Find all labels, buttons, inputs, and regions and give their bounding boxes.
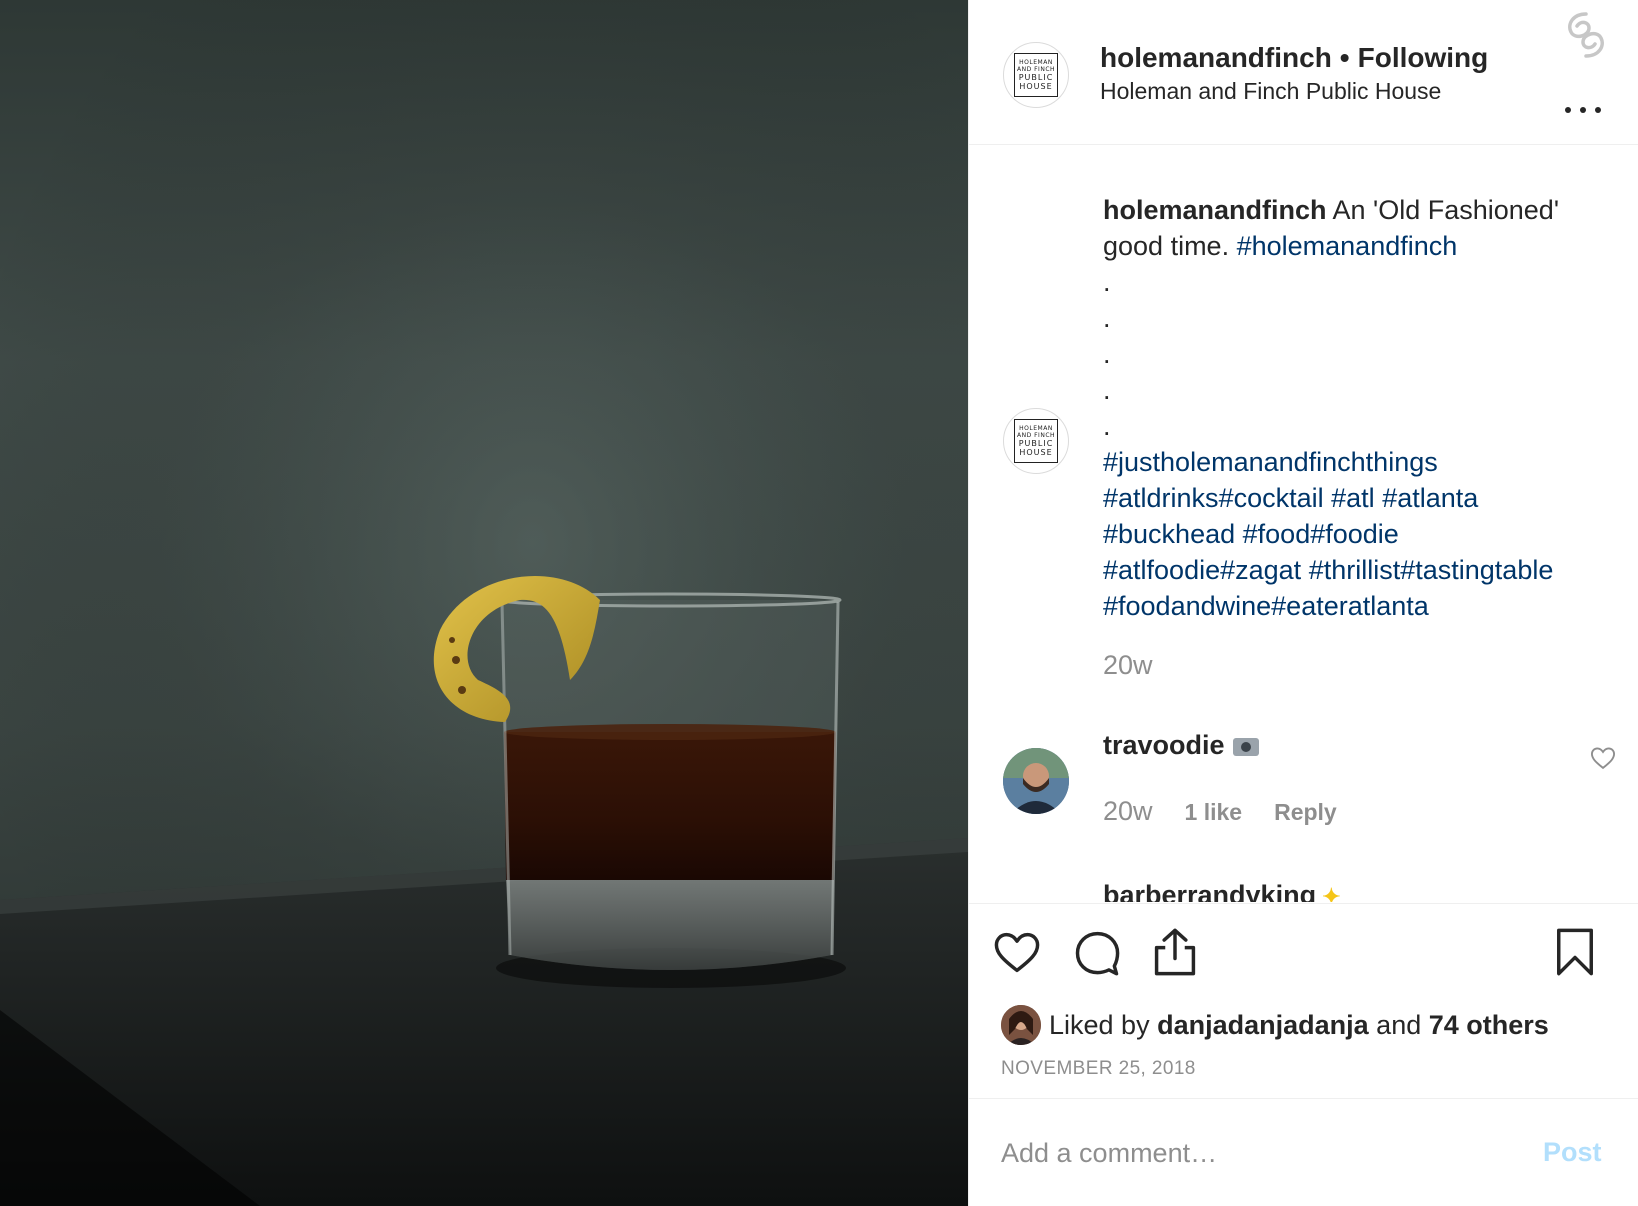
sparkle-emoji-icon: ✦ — [1322, 884, 1341, 902]
like-heart-icon[interactable] — [991, 926, 1043, 978]
liked-username[interactable]: danjadanjadanja — [1157, 1010, 1369, 1041]
hashtag-link[interactable]: #foodie — [1310, 519, 1399, 549]
caption-dots: . . . . . — [1103, 264, 1603, 444]
more-dot-icon — [1565, 107, 1571, 113]
caption-first-line: holemanandfinch An 'Old Fashioned' good … — [1103, 192, 1603, 264]
hashtag-link[interactable]: #food — [1243, 519, 1311, 549]
comment-username[interactable]: barberrandyking — [1103, 880, 1316, 902]
share-icon[interactable] — [1149, 926, 1201, 978]
hashtag-link[interactable]: #atl — [1331, 483, 1375, 513]
spiral-logo-icon — [1568, 12, 1604, 58]
logo-line-2: AND FINCH — [1016, 432, 1056, 439]
hashtag-link[interactable]: #holemanandfinch — [1237, 231, 1458, 261]
more-dot-icon — [1580, 107, 1586, 113]
comment-meta: 20w 1 like Reply — [1103, 796, 1337, 827]
caption-age[interactable]: 20w — [1103, 650, 1153, 681]
add-comment-bar: Post — [969, 1098, 1638, 1206]
post-comment-button[interactable]: Post — [1543, 1137, 1602, 1168]
logo-line-3: PUBLIC — [1018, 439, 1054, 448]
hashtag-line: #justholemanandfinchthings — [1103, 444, 1603, 480]
person-avatar-icon — [1001, 1005, 1041, 1045]
comment-age[interactable]: 20w — [1103, 796, 1153, 826]
comment-likes-count[interactable]: 1 like — [1185, 799, 1243, 825]
following-button[interactable]: Following — [1358, 42, 1489, 73]
hashtag-link[interactable]: #tastingtable — [1400, 555, 1553, 585]
comment-username-line: barberrandyking ✦ — [1103, 880, 1341, 902]
hashtag-line: #buckhead #food#foodie — [1103, 516, 1603, 552]
hashtag-link[interactable]: #cocktail — [1219, 483, 1324, 513]
hashtag-line: #foodandwine#eateratlanta — [1103, 588, 1603, 624]
likes-others-link[interactable]: 74 others — [1429, 1010, 1549, 1041]
caption-dot: . — [1103, 303, 1111, 333]
more-dot-icon — [1595, 107, 1601, 113]
hashtag-link[interactable]: #atlfoodie — [1103, 555, 1220, 585]
logo-line-4: HOUSE — [1019, 448, 1053, 457]
post-caption: holemanandfinch An 'Old Fashioned' good … — [1103, 192, 1603, 624]
header-separator: • — [1339, 42, 1350, 73]
author-logo: HOLEMAN AND FINCH PUBLIC HOUSE — [1014, 419, 1058, 463]
hashtag-link[interactable]: #justholemanandfinchthings — [1103, 447, 1438, 477]
caption-author-avatar[interactable]: HOLEMAN AND FINCH PUBLIC HOUSE — [1003, 408, 1069, 474]
liked-prefix: Liked by — [1049, 1009, 1150, 1040]
comments-section[interactable]: HOLEMAN AND FINCH PUBLIC HOUSE holemanan… — [969, 146, 1638, 902]
comment-username[interactable]: travoodie — [1103, 730, 1225, 760]
author-avatar[interactable]: HOLEMAN AND FINCH PUBLIC HOUSE — [1003, 42, 1069, 108]
post-details-panel: HOLEMAN AND FINCH PUBLIC HOUSE holemanan… — [968, 0, 1638, 1206]
author-logo: HOLEMAN AND FINCH PUBLIC HOUSE — [1014, 53, 1058, 97]
hashtag-link[interactable]: #atldrinks — [1103, 483, 1219, 513]
hashtag-line: #atldrinks#cocktail #atl #atlanta — [1103, 480, 1603, 516]
comment-heart-icon[interactable] — [1589, 744, 1617, 772]
logo-line-1: HOLEMAN — [1019, 425, 1053, 432]
caption-dot: . — [1103, 375, 1111, 405]
location-link[interactable]: Holeman and Finch Public House — [1100, 78, 1441, 105]
cocktail-photo-art — [0, 0, 968, 1206]
hashtag-line: #atlfoodie#zagat #thrillist#tastingtable — [1103, 552, 1603, 588]
caption-username[interactable]: holemanandfinch — [1103, 195, 1327, 225]
header-user-line: holemanandfinch • Following — [1100, 42, 1488, 74]
liker-avatar[interactable] — [1001, 1005, 1041, 1045]
add-comment-input[interactable] — [1001, 1131, 1481, 1175]
post-photo[interactable] — [0, 0, 968, 1206]
hashtag-link[interactable]: #foodandwine — [1103, 591, 1271, 621]
reply-button[interactable]: Reply — [1274, 799, 1337, 825]
save-bookmark-icon[interactable] — [1549, 926, 1601, 978]
post-header: HOLEMAN AND FINCH PUBLIC HOUSE holemanan… — [969, 0, 1638, 145]
caption-dot: . — [1103, 339, 1111, 369]
camera-emoji-icon — [1232, 737, 1259, 756]
liked-by-line: Liked by danjadanjadanja and 74 others — [1001, 1004, 1549, 1046]
hashtag-link[interactable]: #eateratlanta — [1271, 591, 1429, 621]
commenter-avatar[interactable] — [1003, 748, 1069, 814]
caption-dot: . — [1103, 267, 1111, 297]
hashtag-link[interactable]: #atlanta — [1382, 483, 1478, 513]
comment-bubble-icon[interactable] — [1071, 926, 1123, 978]
caption-dot: . — [1103, 411, 1111, 441]
logo-line-1: HOLEMAN — [1019, 59, 1053, 66]
hashtag-link[interactable]: #zagat — [1220, 555, 1301, 585]
logo-line-3: PUBLIC — [1018, 73, 1054, 82]
more-options-button[interactable] — [1565, 98, 1601, 122]
post-date[interactable]: NOVEMBER 25, 2018 — [1001, 1058, 1196, 1080]
liked-and: and — [1376, 1009, 1422, 1040]
logo-line-2: AND FINCH — [1016, 66, 1056, 73]
person-avatar-icon — [1003, 748, 1069, 814]
logo-line-4: HOUSE — [1019, 82, 1053, 91]
post-actions: Liked by danjadanjadanja and 74 others N… — [969, 903, 1638, 1097]
comment-username-line: travoodie — [1103, 730, 1259, 761]
header-username[interactable]: holemanandfinch — [1100, 42, 1332, 73]
hashtag-link[interactable]: #thrillist — [1309, 555, 1401, 585]
hashtag-link[interactable]: #buckhead — [1103, 519, 1235, 549]
